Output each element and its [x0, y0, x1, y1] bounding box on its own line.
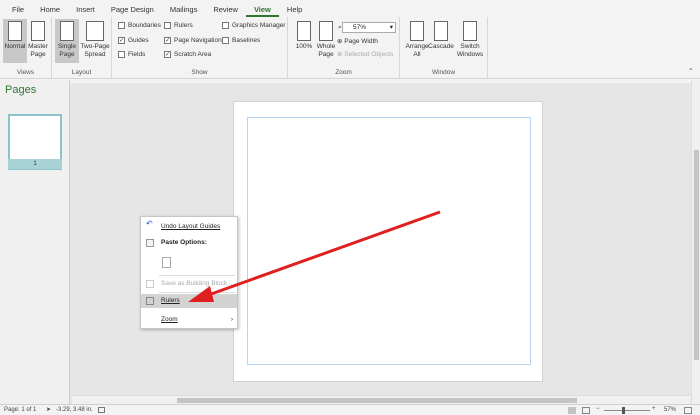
zoom-out-icon[interactable]: −: [596, 404, 600, 414]
two-page-view-icon[interactable]: [582, 407, 590, 414]
arrow-shaft: [199, 210, 441, 300]
zoom-in-icon[interactable]: +: [652, 404, 656, 414]
layout-view-icon[interactable]: [98, 407, 105, 413]
annotation-arrow: [188, 210, 441, 302]
page-status: Page: 1 of 1: [4, 407, 37, 413]
cursor-coordinates: -3.29, 3.48 in.: [56, 407, 93, 413]
arrow-head: [188, 286, 214, 302]
single-page-view-icon[interactable]: [568, 407, 576, 414]
zoom-slider-thumb[interactable]: [622, 407, 625, 414]
zoom-slider[interactable]: [604, 410, 650, 411]
status-bar: Page: 1 of 1 ➤ -3.29, 3.48 in. − + 57%: [0, 404, 700, 415]
zoom-percent: 57%: [664, 407, 677, 413]
fit-page-icon[interactable]: [684, 407, 692, 414]
cursor-icon: ➤: [46, 407, 52, 413]
